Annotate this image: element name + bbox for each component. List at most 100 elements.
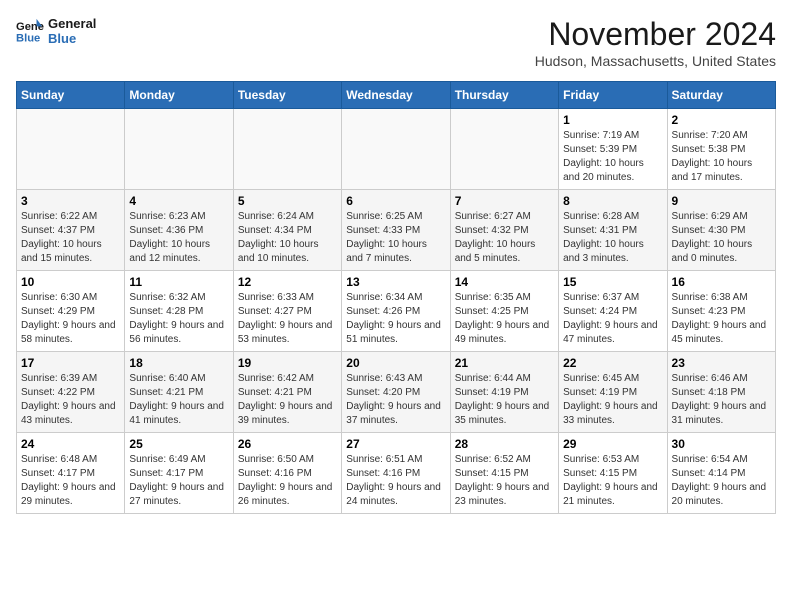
calendar-cell: 16 Sunrise: 6:38 AM Sunset: 4:23 PM Dayli… [667, 271, 775, 352]
day-info: Sunrise: 6:39 AM Sunset: 4:22 PM Dayligh… [21, 372, 120, 428]
day-info: Sunrise: 6:54 AM Sunset: 4:14 PM Dayligh… [672, 453, 771, 509]
day-info: Sunrise: 6:52 AM Sunset: 4:15 PM Dayligh… [455, 453, 554, 509]
day-number: 20 [346, 356, 445, 370]
logo-line1: General [48, 16, 96, 31]
calendar-cell: 30 Sunrise: 6:54 AM Sunset: 4:14 PM Dayli… [667, 433, 775, 514]
calendar-table: SundayMondayTuesdayWednesdayThursdayFrid… [16, 81, 776, 514]
day-number: 8 [563, 194, 662, 208]
calendar-cell: 8 Sunrise: 6:28 AM Sunset: 4:31 PM Daylig… [559, 190, 667, 271]
day-info: Sunrise: 6:40 AM Sunset: 4:21 PM Dayligh… [129, 372, 228, 428]
calendar-cell [342, 109, 450, 190]
day-number: 4 [129, 194, 228, 208]
day-number: 16 [672, 275, 771, 289]
day-number: 25 [129, 437, 228, 451]
calendar-cell: 24Sunrise: 6:48 AM Sunset: 4:17 PM Dayli… [17, 433, 125, 514]
weekday-header: Thursday [450, 82, 558, 109]
day-number: 23 [672, 356, 771, 370]
location-title: Hudson, Massachusetts, United States [535, 53, 776, 69]
calendar-cell: 27Sunrise: 6:51 AM Sunset: 4:16 PM Dayli… [342, 433, 450, 514]
calendar-cell [233, 109, 341, 190]
calendar-cell: 26Sunrise: 6:50 AM Sunset: 4:16 PM Dayli… [233, 433, 341, 514]
logo: General Blue General Blue [16, 16, 96, 46]
day-info: Sunrise: 6:38 AM Sunset: 4:23 PM Dayligh… [672, 291, 771, 347]
day-number: 12 [238, 275, 337, 289]
day-info: Sunrise: 6:37 AM Sunset: 4:24 PM Dayligh… [563, 291, 662, 347]
calendar-cell: 2 Sunrise: 7:20 AM Sunset: 5:38 PM Daylig… [667, 109, 775, 190]
calendar-week-row: 3 Sunrise: 6:22 AM Sunset: 4:37 PM Daylig… [17, 190, 776, 271]
calendar-cell: 29 Sunrise: 6:53 AM Sunset: 4:15 PM Dayli… [559, 433, 667, 514]
logo-icon: General Blue [16, 17, 44, 45]
day-number: 10 [21, 275, 120, 289]
day-number: 18 [129, 356, 228, 370]
day-info: Sunrise: 7:20 AM Sunset: 5:38 PM Dayligh… [672, 129, 771, 185]
weekday-header: Wednesday [342, 82, 450, 109]
day-number: 5 [238, 194, 337, 208]
calendar-cell: 15 Sunrise: 6:37 AM Sunset: 4:24 PM Dayli… [559, 271, 667, 352]
day-number: 28 [455, 437, 554, 451]
day-number: 1 [563, 113, 662, 127]
calendar-week-row: 24Sunrise: 6:48 AM Sunset: 4:17 PM Dayli… [17, 433, 776, 514]
calendar-cell: 12 Sunrise: 6:33 AM Sunset: 4:27 PM Dayli… [233, 271, 341, 352]
weekday-header: Sunday [17, 82, 125, 109]
weekday-header: Tuesday [233, 82, 341, 109]
day-info: Sunrise: 6:22 AM Sunset: 4:37 PM Dayligh… [21, 210, 120, 266]
svg-text:Blue: Blue [16, 32, 40, 44]
title-section: November 2024 Hudson, Massachusetts, Uni… [535, 16, 776, 69]
calendar-cell [125, 109, 233, 190]
calendar-cell: 21Sunrise: 6:44 AM Sunset: 4:19 PM Dayli… [450, 352, 558, 433]
calendar-cell: 1 Sunrise: 7:19 AM Sunset: 5:39 PM Daylig… [559, 109, 667, 190]
calendar-cell: 11 Sunrise: 6:32 AM Sunset: 4:28 PM Dayli… [125, 271, 233, 352]
calendar-cell: 10 Sunrise: 6:30 AM Sunset: 4:29 PM Dayli… [17, 271, 125, 352]
calendar-cell: 20 Sunrise: 6:43 AM Sunset: 4:20 PM Dayli… [342, 352, 450, 433]
day-number: 6 [346, 194, 445, 208]
calendar-week-row: 1 Sunrise: 7:19 AM Sunset: 5:39 PM Daylig… [17, 109, 776, 190]
calendar-cell: 28 Sunrise: 6:52 AM Sunset: 4:15 PM Dayli… [450, 433, 558, 514]
day-info: Sunrise: 6:34 AM Sunset: 4:26 PM Dayligh… [346, 291, 445, 347]
day-number: 29 [563, 437, 662, 451]
calendar-cell: 3 Sunrise: 6:22 AM Sunset: 4:37 PM Daylig… [17, 190, 125, 271]
day-info: Sunrise: 6:53 AM Sunset: 4:15 PM Dayligh… [563, 453, 662, 509]
day-info: Sunrise: 6:32 AM Sunset: 4:28 PM Dayligh… [129, 291, 228, 347]
calendar-cell: 22 Sunrise: 6:45 AM Sunset: 4:19 PM Dayli… [559, 352, 667, 433]
day-info: Sunrise: 6:45 AM Sunset: 4:19 PM Dayligh… [563, 372, 662, 428]
calendar-cell: 4 Sunrise: 6:23 AM Sunset: 4:36 PM Daylig… [125, 190, 233, 271]
calendar-cell [17, 109, 125, 190]
day-info: Sunrise: 6:25 AM Sunset: 4:33 PM Dayligh… [346, 210, 445, 266]
day-info: Sunrise: 6:49 AM Sunset: 4:17 PM Dayligh… [129, 453, 228, 509]
day-number: 13 [346, 275, 445, 289]
calendar-week-row: 10 Sunrise: 6:30 AM Sunset: 4:29 PM Dayli… [17, 271, 776, 352]
day-info: Sunrise: 6:28 AM Sunset: 4:31 PM Dayligh… [563, 210, 662, 266]
day-number: 22 [563, 356, 662, 370]
calendar-cell: 14 Sunrise: 6:35 AM Sunset: 4:25 PM Dayli… [450, 271, 558, 352]
calendar-cell [450, 109, 558, 190]
calendar-cell: 17Sunrise: 6:39 AM Sunset: 4:22 PM Dayli… [17, 352, 125, 433]
day-info: Sunrise: 6:23 AM Sunset: 4:36 PM Dayligh… [129, 210, 228, 266]
day-number: 2 [672, 113, 771, 127]
day-info: Sunrise: 6:30 AM Sunset: 4:29 PM Dayligh… [21, 291, 120, 347]
calendar-body: 1 Sunrise: 7:19 AM Sunset: 5:39 PM Daylig… [17, 109, 776, 514]
svg-text:General: General [16, 21, 44, 33]
logo-line2: Blue [48, 31, 96, 46]
day-info: Sunrise: 6:42 AM Sunset: 4:21 PM Dayligh… [238, 372, 337, 428]
day-number: 30 [672, 437, 771, 451]
day-number: 11 [129, 275, 228, 289]
page-header: General Blue General Blue November 2024 … [16, 16, 776, 69]
day-info: Sunrise: 6:29 AM Sunset: 4:30 PM Dayligh… [672, 210, 771, 266]
day-info: Sunrise: 6:33 AM Sunset: 4:27 PM Dayligh… [238, 291, 337, 347]
weekday-header: Saturday [667, 82, 775, 109]
calendar-week-row: 17Sunrise: 6:39 AM Sunset: 4:22 PM Dayli… [17, 352, 776, 433]
calendar-cell: 5Sunrise: 6:24 AM Sunset: 4:34 PM Daylig… [233, 190, 341, 271]
day-info: Sunrise: 6:43 AM Sunset: 4:20 PM Dayligh… [346, 372, 445, 428]
header-row: SundayMondayTuesdayWednesdayThursdayFrid… [17, 82, 776, 109]
calendar-header: SundayMondayTuesdayWednesdayThursdayFrid… [17, 82, 776, 109]
day-number: 24 [21, 437, 120, 451]
day-info: Sunrise: 7:19 AM Sunset: 5:39 PM Dayligh… [563, 129, 662, 185]
day-info: Sunrise: 6:51 AM Sunset: 4:16 PM Dayligh… [346, 453, 445, 509]
day-number: 14 [455, 275, 554, 289]
day-info: Sunrise: 6:46 AM Sunset: 4:18 PM Dayligh… [672, 372, 771, 428]
day-number: 3 [21, 194, 120, 208]
day-number: 15 [563, 275, 662, 289]
calendar-cell: 13 Sunrise: 6:34 AM Sunset: 4:26 PM Dayli… [342, 271, 450, 352]
calendar-cell: 19Sunrise: 6:42 AM Sunset: 4:21 PM Dayli… [233, 352, 341, 433]
day-info: Sunrise: 6:35 AM Sunset: 4:25 PM Dayligh… [455, 291, 554, 347]
